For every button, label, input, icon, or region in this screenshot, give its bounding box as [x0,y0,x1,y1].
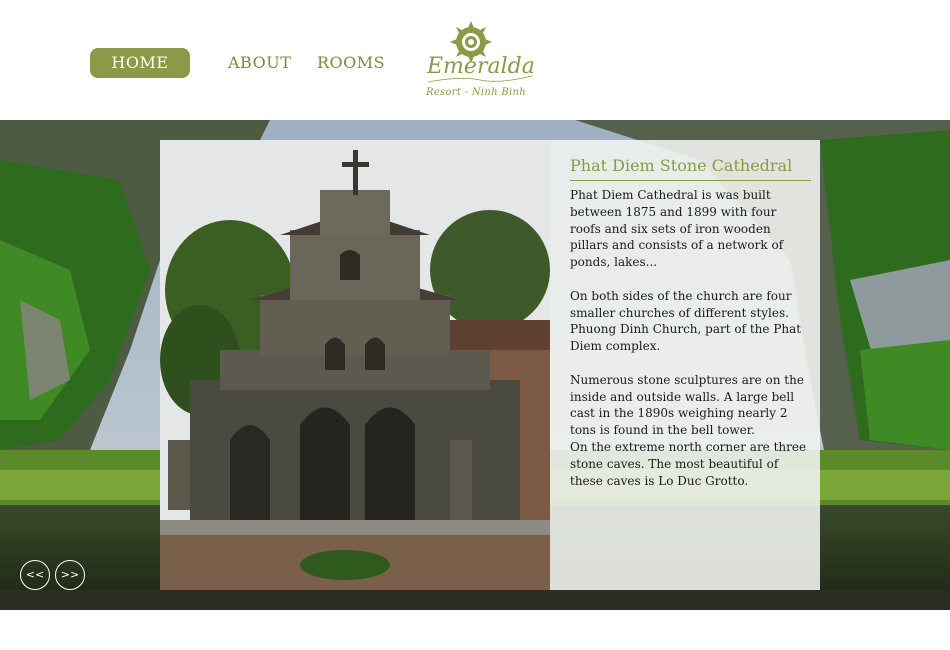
cathedral-photo [160,140,550,590]
slider-prev-button[interactable]: << [20,560,50,590]
article-paragraph: On both sides of the church are four sma… [570,288,802,354]
article-panel: Phat Diem Stone Cathedral Phat Diem Cath… [550,140,820,590]
article-paragraph: On the extreme north corner are three st… [570,439,807,488]
hero-slider: Phat Diem Stone Cathedral Phat Diem Cath… [0,120,950,610]
logo-tagline: Resort - Ninh Binh [426,87,526,98]
article-body: Phat Diem Cathedral is was built between… [570,187,810,489]
article-title: Phat Diem Stone Cathedral [570,156,793,175]
nav-home-button[interactable]: HOME [90,48,190,78]
article-paragraph: Phat Diem Cathedral is was built between… [570,188,784,270]
logo-name: Emeralda [427,54,535,79]
article-paragraph: Numerous stone sculptures are on the ins… [570,372,804,438]
nav-rooms-link[interactable]: ROOMS [317,48,385,78]
slider-next-button[interactable]: >> [55,560,85,590]
site-header: HOME ABOUT ROOMS Emeralda Resort - Ninh … [0,0,950,120]
nav-about-link[interactable]: ABOUT [228,48,291,78]
title-divider [570,180,811,181]
